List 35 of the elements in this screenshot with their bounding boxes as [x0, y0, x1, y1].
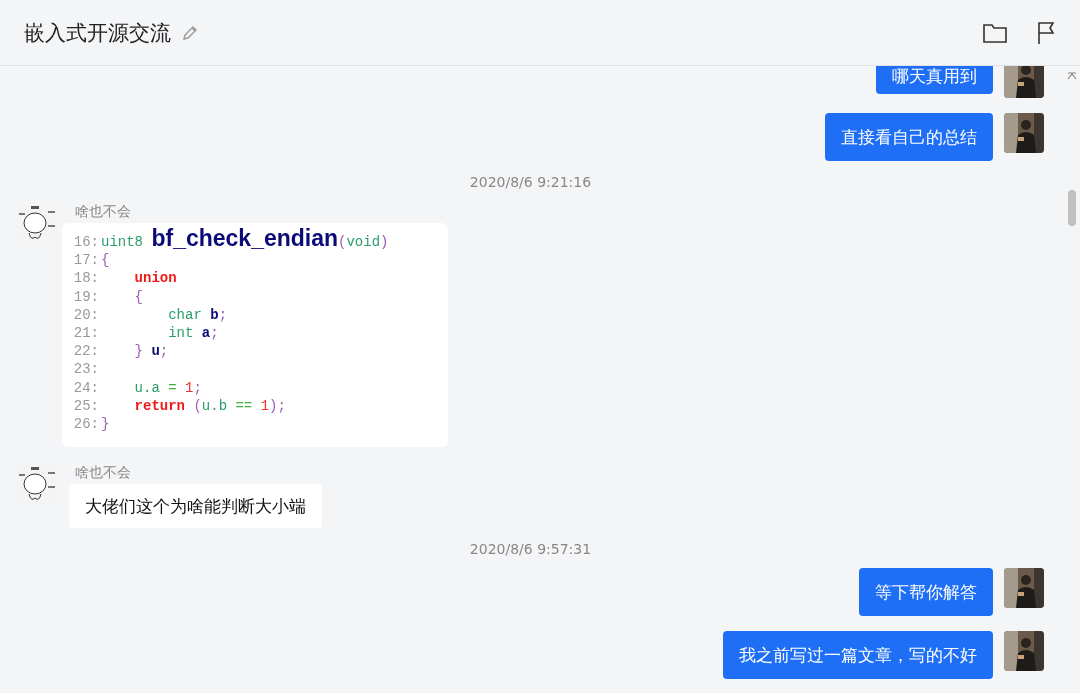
- code-line: uint8 bf_check_endian(void): [101, 229, 389, 252]
- code-line: {: [133, 287, 143, 306]
- code-line: {: [101, 251, 110, 270]
- message-bubble: 等下帮你解答: [859, 568, 993, 617]
- message-bubble: 大佬们这个为啥能判断大小端: [69, 484, 322, 529]
- line-number: 26:: [72, 415, 100, 434]
- message-bubble: 哪天真用到: [876, 66, 993, 94]
- line-number: 24:: [72, 378, 100, 397]
- line-number: 16:: [72, 233, 100, 252]
- line-number: 21:: [72, 324, 100, 343]
- code-line: union: [133, 269, 177, 288]
- timestamp: 2020/8/6 9:21:16: [468, 174, 593, 190]
- scrollbar-thumb[interactable]: [1068, 190, 1076, 226]
- code-line: char b;: [167, 305, 228, 324]
- line-number: 20:: [72, 305, 100, 324]
- code-line: return (u.b == 1);: [133, 396, 286, 416]
- line-number: 25:: [72, 396, 100, 416]
- message-bubble: 直接看自己的总结: [825, 113, 993, 161]
- line-number: 22:: [72, 342, 100, 361]
- flag-icon[interactable]: [1036, 20, 1056, 45]
- code-line: int a;: [167, 324, 219, 343]
- code-line: } u;: [133, 342, 169, 361]
- timestamp: 2020/8/6 9:57:31: [468, 541, 593, 558]
- line-number: 19:: [72, 287, 100, 306]
- scroll-up-icon[interactable]: [1067, 72, 1077, 80]
- line-number: 17:: [72, 251, 100, 270]
- code-line: }: [101, 415, 110, 434]
- code-line: u.a = 1;: [133, 378, 202, 397]
- folder-icon[interactable]: [982, 21, 1008, 44]
- chat-title: 嵌入式开源交流: [24, 19, 171, 47]
- line-number: 23:: [72, 360, 100, 379]
- line-number: 18:: [72, 269, 100, 288]
- sender-name: 啥也不会: [75, 464, 132, 483]
- message-bubble: 我之前写过一篇文章，写的不好: [723, 631, 993, 680]
- sender-name: 啥也不会: [75, 203, 132, 221]
